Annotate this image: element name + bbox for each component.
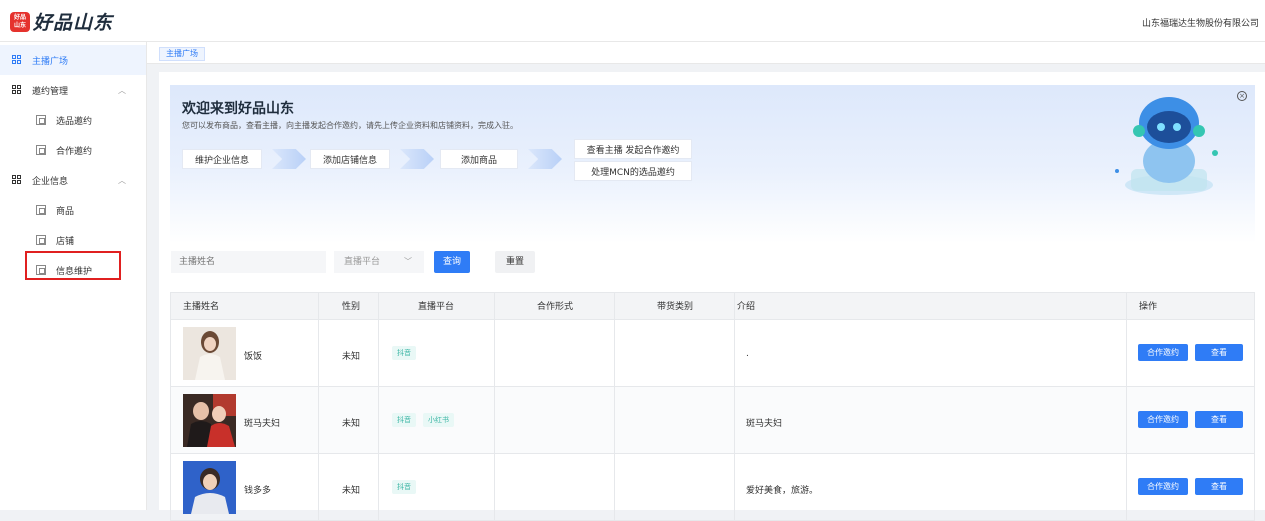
sidebar-item-label: 店铺	[56, 236, 75, 247]
logo[interactable]: 好品 山东 好品山东	[10, 8, 113, 35]
sidebar-item-products[interactable]: 商品	[0, 195, 146, 225]
robot-illustration-icon	[1115, 97, 1218, 195]
arrow-icon	[528, 149, 562, 169]
arrow-icon	[272, 149, 306, 169]
cooperation-invite-button[interactable]: 合作邀约	[1138, 478, 1188, 495]
anchor-intro: .	[746, 349, 749, 359]
top-header: 好品 山东 好品山东 山东福瑞达生物股份有限公司	[0, 0, 1265, 42]
sidebar-item-product-invite[interactable]: 选品邀约	[0, 105, 146, 135]
grid-icon	[12, 55, 22, 65]
breadcrumb: 主播广场	[147, 42, 1265, 64]
sidebar-item-company-info[interactable]: 企业信息 ︿	[0, 165, 146, 195]
anchor-name-input[interactable]	[171, 251, 326, 273]
table-row: 饭饭 未知 抖音 . 合作邀约 查看	[170, 320, 1255, 387]
logo-text: 好品山东	[33, 12, 114, 34]
square-icon	[36, 235, 46, 245]
platform-select-placeholder: 直播平台	[344, 257, 381, 267]
column-header: 性别	[342, 302, 361, 312]
column-header: 带货类别	[657, 302, 694, 312]
logo-badge: 好品 山东	[10, 11, 30, 32]
view-button[interactable]: 查看	[1195, 411, 1243, 428]
platform-tag: 小红书	[423, 413, 454, 427]
sidebar-item-cooperation-invite[interactable]: 合作邀约	[0, 135, 146, 165]
sidebar-item-invite-management[interactable]: 邀约管理 ︿	[0, 75, 146, 105]
reset-button[interactable]: 重置	[495, 251, 535, 273]
logo-badge-line1: 好品	[13, 13, 26, 21]
main-content: 欢迎来到好品山东 您可以发布商品，查看主播，向主播发起合作邀约，请先上传企业资料…	[159, 72, 1265, 521]
avatar	[183, 461, 236, 514]
sidebar-item-label: 合作邀约	[56, 146, 93, 157]
table-row: 钱多多 未知 抖音 爱好美食，旅游。 合作邀约 查看	[170, 454, 1255, 521]
step-view-anchors[interactable]: 查看主播 发起合作邀约	[574, 139, 692, 159]
cooperation-invite-button[interactable]: 合作邀约	[1138, 411, 1188, 428]
sidebar-item-label: 主播广场	[32, 56, 69, 67]
step-add-product[interactable]: 添加商品	[440, 149, 518, 169]
column-divider	[318, 292, 319, 521]
company-name[interactable]: 山东福瑞达生物股份有限公司	[1142, 16, 1259, 29]
anchor-gender: 未知	[342, 486, 361, 496]
sidebar-item-label: 选品邀约	[56, 116, 93, 127]
square-icon	[36, 115, 46, 125]
chevron-up-icon: ︿	[118, 86, 126, 95]
step-add-store[interactable]: 添加店铺信息	[310, 149, 390, 169]
view-button[interactable]: 查看	[1195, 344, 1243, 361]
column-header: 合作形式	[537, 302, 574, 312]
column-header: 主播姓名	[183, 302, 220, 312]
anchor-gender: 未知	[342, 352, 361, 362]
sidebar-item-label: 商品	[56, 206, 75, 217]
square-icon	[36, 205, 46, 215]
column-divider	[494, 292, 495, 521]
chevron-down-icon: ﹀	[404, 257, 412, 266]
column-header: 介绍	[737, 302, 756, 312]
chevron-up-icon: ︿	[118, 176, 126, 185]
arrow-icon	[400, 149, 434, 169]
anchor-name: 钱多多	[244, 486, 272, 496]
welcome-banner: 欢迎来到好品山东 您可以发布商品，查看主播，向主播发起合作邀约，请先上传企业资料…	[170, 85, 1255, 243]
column-divider	[734, 292, 735, 521]
banner-title: 欢迎来到好品山东	[182, 101, 294, 117]
close-icon[interactable]: ×	[1237, 91, 1247, 101]
table-row: 斑马夫妇 未知 抖音 小红书 斑马夫妇 合作邀约 查看	[170, 387, 1255, 454]
anchor-gender: 未知	[342, 419, 361, 429]
logo-badge-line2: 山东	[13, 21, 26, 29]
banner-subtitle: 您可以发布商品，查看主播，向主播发起合作邀约，请先上传企业资料和店铺资料，完成入…	[182, 121, 518, 130]
column-header: 操作	[1139, 302, 1158, 312]
table-header: 主播姓名 性别 直播平台 合作形式 带货类别 介绍 操作	[170, 292, 1255, 320]
step-maintain-company[interactable]: 维护企业信息	[182, 149, 262, 169]
view-button[interactable]: 查看	[1195, 478, 1243, 495]
breadcrumb-tag[interactable]: 主播广场	[159, 47, 205, 61]
platform-select[interactable]: 直播平台 ﹀	[334, 251, 424, 273]
anchor-intro: 爱好美食，旅游。	[746, 486, 819, 496]
anchor-intro: 斑马夫妇	[746, 419, 783, 429]
sidebar: 主播广场 邀约管理 ︿ 选品邀约 合作邀约 企业信息 ︿ 商品 店铺 信息维护	[0, 42, 147, 510]
grid-icon	[12, 85, 22, 95]
column-divider	[614, 292, 615, 521]
avatar	[183, 394, 236, 447]
square-icon	[36, 145, 46, 155]
column-header: 直播平台	[418, 302, 455, 312]
anchor-name: 斑马夫妇	[244, 419, 281, 429]
sidebar-item-anchor-square[interactable]: 主播广场	[0, 45, 146, 75]
query-button[interactable]: 查询	[434, 251, 470, 273]
avatar	[183, 327, 236, 380]
sidebar-item-label: 邀约管理	[32, 86, 69, 97]
platform-tag: 抖音	[392, 480, 416, 494]
grid-icon	[12, 175, 22, 185]
column-divider	[378, 292, 379, 521]
platform-tag: 抖音	[392, 413, 416, 427]
platform-tag: 抖音	[392, 346, 416, 360]
anchor-name: 饭饭	[244, 352, 263, 362]
highlight-box	[25, 251, 121, 280]
step-handle-mcn[interactable]: 处理MCN的选品邀约	[574, 161, 692, 181]
column-divider	[1126, 292, 1127, 521]
sidebar-item-label: 企业信息	[32, 176, 69, 187]
cooperation-invite-button[interactable]: 合作邀约	[1138, 344, 1188, 361]
